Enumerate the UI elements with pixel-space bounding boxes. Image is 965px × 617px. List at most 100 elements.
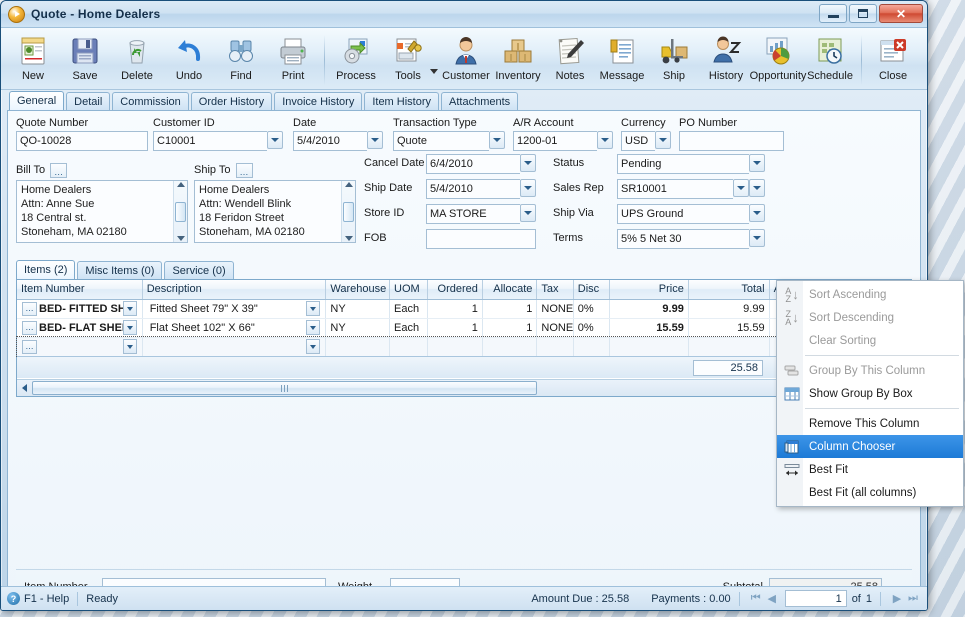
- toolbar-button-message[interactable]: Message: [596, 32, 648, 88]
- sales-rep-lookup-button[interactable]: [733, 179, 749, 197]
- chevron-down-icon[interactable]: [122, 320, 137, 335]
- date-input[interactable]: 5/4/2010: [293, 131, 367, 151]
- col-disc[interactable]: Disc: [573, 280, 611, 300]
- cell-description[interactable]: Fitted Sheet 79" X 39": [142, 299, 327, 319]
- menu-item-best-fit[interactable]: Best Fit: [777, 458, 963, 481]
- toolbar-button-customer[interactable]: Customer: [440, 32, 492, 88]
- chevron-down-icon[interactable]: [367, 131, 383, 149]
- chevron-down-icon[interactable]: [489, 131, 505, 149]
- cell-tax[interactable]: NONE: [536, 299, 574, 319]
- cell-price[interactable]: 15.59: [609, 318, 689, 338]
- sales-rep-input[interactable]: SR10001: [617, 179, 733, 199]
- toolbar-button-close[interactable]: Close: [867, 32, 919, 88]
- col-uom[interactable]: UOM: [389, 280, 429, 300]
- cell-allocate[interactable]: 1: [482, 299, 538, 319]
- cell-uom[interactable]: Each: [389, 318, 429, 338]
- col-item-number[interactable]: Item Number: [17, 280, 143, 300]
- col-description[interactable]: Description: [142, 280, 327, 300]
- nav-next-button[interactable]: ▶: [889, 591, 905, 606]
- cell-warehouse[interactable]: [325, 337, 391, 357]
- chevron-down-icon[interactable]: [520, 154, 536, 172]
- sales-rep-combo[interactable]: SR10001: [617, 179, 765, 199]
- col-tax[interactable]: Tax: [536, 280, 574, 300]
- fob-input[interactable]: [426, 229, 536, 249]
- tab-commission[interactable]: Commission: [112, 92, 189, 110]
- chevron-down-icon[interactable]: [749, 154, 765, 172]
- tab-order-history[interactable]: Order History: [190, 92, 273, 110]
- cell-item-number[interactable]: ⋯ BED- FITTED SHEE: [17, 299, 143, 319]
- nav-last-button[interactable]: ⏭: [905, 591, 921, 606]
- terms-combo[interactable]: 5% 5 Net 30: [617, 229, 765, 249]
- menu-item-best-fit-all-columns[interactable]: Best Fit (all columns): [777, 481, 963, 504]
- chevron-down-icon[interactable]: [122, 339, 137, 354]
- ellipsis-icon[interactable]: ⋯: [22, 320, 37, 335]
- toolbar-button-undo[interactable]: Undo: [163, 32, 215, 88]
- ship-to-scrollbar[interactable]: [341, 181, 355, 242]
- cell-warehouse[interactable]: NY: [325, 318, 391, 338]
- cell-price[interactable]: 9.99: [609, 299, 689, 319]
- tab-general[interactable]: General: [9, 91, 65, 110]
- chevron-down-icon[interactable]: [749, 204, 765, 222]
- menu-item-remove-this-column[interactable]: Remove This Column: [777, 412, 963, 435]
- tab-service[interactable]: Service (0): [164, 261, 234, 279]
- toolbar-button-tools[interactable]: Tools: [382, 32, 434, 88]
- col-price[interactable]: Price: [609, 280, 689, 300]
- tab-detail[interactable]: Detail: [66, 92, 111, 110]
- quote-number-input[interactable]: QO-10028: [16, 131, 148, 151]
- toolbar-button-find[interactable]: Find: [215, 32, 267, 88]
- scroll-thumb[interactable]: [343, 201, 354, 222]
- toolbar-button-notes[interactable]: Notes: [544, 32, 596, 88]
- ship-via-input[interactable]: UPS Ground: [617, 204, 749, 224]
- bill-to-scrollbar[interactable]: [173, 181, 187, 242]
- cell-ordered[interactable]: 1: [427, 299, 483, 319]
- column-header-context-menu[interactable]: A Z ↓ Sort Ascending Z A ↓ Sort Descending C…: [776, 280, 964, 507]
- tab-invoice-history[interactable]: Invoice History: [274, 92, 363, 110]
- menu-item-sort-ascending[interactable]: A Z ↓ Sort Ascending: [777, 283, 963, 306]
- toolbar-button-opportunity[interactable]: Opportunity: [750, 32, 806, 88]
- toolbar-button-schedule[interactable]: Schedule: [804, 32, 856, 88]
- cell-warehouse[interactable]: NY: [325, 299, 391, 319]
- chevron-down-icon[interactable]: [655, 131, 671, 149]
- store-id-input[interactable]: MA STORE: [426, 204, 520, 224]
- ar-account-input[interactable]: 1200-01: [513, 131, 597, 151]
- ar-account-combo[interactable]: 1200-01: [513, 131, 613, 151]
- chevron-down-icon[interactable]: [306, 320, 321, 335]
- cell-description[interactable]: [142, 337, 327, 357]
- toolbar-button-print[interactable]: Print: [267, 32, 319, 88]
- cell-ordered[interactable]: [427, 337, 483, 357]
- menu-item-sort-descending[interactable]: Z A ↓ Sort Descending: [777, 306, 963, 329]
- col-warehouse[interactable]: Warehouse: [325, 280, 391, 300]
- cell-ordered[interactable]: 1: [427, 318, 483, 338]
- help-question-icon[interactable]: ?: [7, 592, 20, 605]
- maximize-button[interactable]: [849, 4, 877, 23]
- tab-item-history[interactable]: Item History: [364, 92, 440, 110]
- chevron-down-icon[interactable]: [597, 131, 613, 149]
- customer-id-input[interactable]: C10001: [153, 131, 267, 151]
- chevron-down-icon[interactable]: [520, 179, 536, 197]
- scroll-thumb[interactable]: [32, 381, 537, 395]
- cell-price[interactable]: [609, 337, 689, 357]
- chevron-down-icon[interactable]: [306, 339, 321, 354]
- toolbar-button-process[interactable]: Process: [330, 32, 382, 88]
- scroll-up-icon[interactable]: [344, 182, 353, 187]
- minimize-button[interactable]: [819, 4, 847, 23]
- col-allocate[interactable]: Allocate: [482, 280, 538, 300]
- chevron-down-icon[interactable]: [267, 131, 283, 149]
- cell-allocate[interactable]: 1: [482, 318, 538, 338]
- currency-combo[interactable]: USD: [621, 131, 671, 151]
- ellipsis-icon[interactable]: ⋯: [22, 339, 37, 354]
- cancel-date-input[interactable]: 6/4/2010: [426, 154, 520, 174]
- date-combo[interactable]: 5/4/2010: [293, 131, 383, 151]
- cell-item-number[interactable]: ⋯: [17, 337, 143, 357]
- cell-disc[interactable]: 0%: [573, 318, 611, 338]
- cell-total[interactable]: [688, 337, 770, 357]
- cancel-date-combo[interactable]: 6/4/2010: [426, 154, 536, 174]
- col-ordered[interactable]: Ordered: [427, 280, 483, 300]
- cell-item-number[interactable]: ⋯ BED- FLAT SHEET: [17, 318, 143, 338]
- chevron-down-icon[interactable]: [122, 301, 137, 316]
- chevron-down-icon[interactable]: [749, 179, 765, 197]
- chevron-down-icon[interactable]: [520, 204, 536, 222]
- cell-disc[interactable]: [573, 337, 611, 357]
- toolbar-button-save[interactable]: Save: [59, 32, 111, 88]
- scroll-thumb[interactable]: [175, 201, 186, 222]
